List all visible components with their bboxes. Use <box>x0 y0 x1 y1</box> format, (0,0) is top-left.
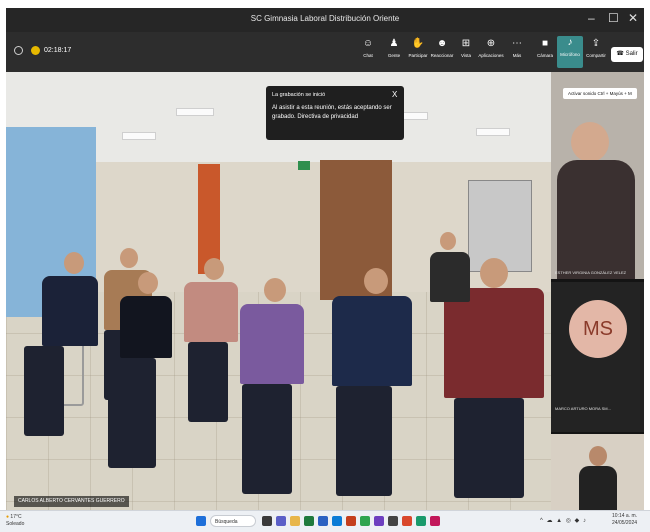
ceiling-light <box>476 128 510 136</box>
ceiling-light <box>122 132 156 140</box>
notice-close-button[interactable]: X <box>392 90 397 99</box>
notice-body: Al asistir a esta reunión, estás aceptan… <box>272 105 392 120</box>
participant-name: CARLOS ALBERTO CERVANTES GUERRERO <box>14 496 129 507</box>
hand-icon: ✋ <box>411 38 425 49</box>
participant-tile[interactable]: MS MARCO ARTURO MORA SM... <box>551 282 644 432</box>
maximize-button[interactable]: ☐ <box>608 11 619 25</box>
microphone-icon: ♪ <box>567 37 573 48</box>
people-button[interactable]: ♟ Gente <box>381 37 407 58</box>
participant-tile[interactable] <box>551 434 644 510</box>
folder-icon[interactable] <box>290 516 300 526</box>
edge-icon[interactable] <box>332 516 342 526</box>
weather-widget[interactable]: ● 17°C Soleado <box>6 514 24 528</box>
meeting-status: 02:18:17 <box>14 46 71 55</box>
participant-body <box>557 160 635 279</box>
participant-name: ESTHER VIRGINIA GONZÁLEZ VELEZ <box>555 270 627 275</box>
camera-icon: ■ <box>541 38 549 49</box>
leave-button[interactable]: ☎ Salir <box>611 47 643 62</box>
task-view-icon[interactable] <box>262 516 272 526</box>
react-button[interactable]: ☻ Reaccionar <box>429 37 455 58</box>
more-icon: ⋯ <box>512 38 522 49</box>
notice-title: La grabación se inició <box>272 92 326 98</box>
minimize-button[interactable]: – <box>588 11 595 25</box>
app-icon[interactable] <box>430 516 440 526</box>
meeting-timer: 02:18:17 <box>44 47 72 54</box>
apps-icon: ⊕ <box>486 38 496 49</box>
window-title: SC Gimnasia Laboral Distribución Oriente <box>250 14 400 23</box>
participant-tile[interactable]: ESTHER VIRGINIA GONZÁLEZ VELEZ <box>551 72 644 279</box>
app-icon[interactable] <box>388 516 398 526</box>
main-video: La grabación se inició X Al asistir a es… <box>6 72 551 510</box>
start-icon[interactable] <box>196 516 206 526</box>
taskbar: ● 17°C Soleado Búsqueda ^ ☁ ▲ ◎ ◆ ♪ 10:1… <box>0 510 650 532</box>
raise-hand-button[interactable]: ✋ Participar <box>405 37 431 58</box>
system-tray[interactable]: ^ ☁ ▲ ◎ ◆ ♪ <box>540 517 587 524</box>
shelf <box>468 180 532 272</box>
apps-button[interactable]: ⊕ Aplicaciones <box>478 37 504 58</box>
participant-name: MARCO ARTURO MORA SM... <box>555 406 611 411</box>
avatar: MS <box>569 300 627 358</box>
recording-icon <box>31 46 40 55</box>
taskbar-search[interactable]: Búsqueda <box>210 515 256 527</box>
microphone-button[interactable]: ♪ Micrófono <box>557 36 583 68</box>
app-icon[interactable] <box>402 516 412 526</box>
shield-icon <box>14 46 23 55</box>
taskbar-clock[interactable]: 10:14 a. m. 24/05/2024 <box>612 513 637 527</box>
teams-icon[interactable] <box>276 516 286 526</box>
participant-face <box>571 122 609 162</box>
camera-button[interactable]: ■ Cámara <box>532 37 558 58</box>
phone-icon: ☎ <box>616 51 624 57</box>
mute-tooltip: Activar sonido Ctrl + Mayús + M <box>563 88 637 99</box>
view-button[interactable]: ⊞ Vista <box>453 37 479 58</box>
ceiling-light <box>176 108 214 116</box>
sun-icon: ● <box>6 514 10 520</box>
powerpoint-icon[interactable] <box>346 516 356 526</box>
excel-icon[interactable] <box>304 516 314 526</box>
recording-notice: La grabación se inició X Al asistir a es… <box>266 86 404 140</box>
more-button[interactable]: ⋯ Más <box>504 37 530 58</box>
people-icon: ♟ <box>389 38 399 49</box>
participant-panel: ESTHER VIRGINIA GONZÁLEZ VELEZ MS MARCO … <box>551 72 644 510</box>
chat-button[interactable]: ☺ Chat <box>355 37 381 58</box>
app-icon[interactable] <box>374 516 384 526</box>
app-icon[interactable] <box>416 516 426 526</box>
share-icon: ⇪ <box>591 38 601 49</box>
share-button[interactable]: ⇪ Compartir <box>583 37 609 58</box>
smiley-icon: ☻ <box>436 38 448 49</box>
participant-body <box>579 466 617 510</box>
chrome-icon[interactable] <box>360 516 370 526</box>
exit-sign <box>298 161 310 170</box>
meeting-toolbar: 02:18:17 ☺ Chat ♟ Gente ✋ Participar ☻ R… <box>6 32 644 72</box>
grid-icon: ⊞ <box>461 38 471 49</box>
title-bar: SC Gimnasia Laboral Distribución Oriente… <box>6 8 644 32</box>
word-icon[interactable] <box>318 516 328 526</box>
participant-face <box>589 446 607 466</box>
teams-window: SC Gimnasia Laboral Distribución Oriente… <box>6 8 644 510</box>
close-button[interactable]: ✕ <box>628 11 638 25</box>
chat-icon: ☺ <box>362 38 374 49</box>
